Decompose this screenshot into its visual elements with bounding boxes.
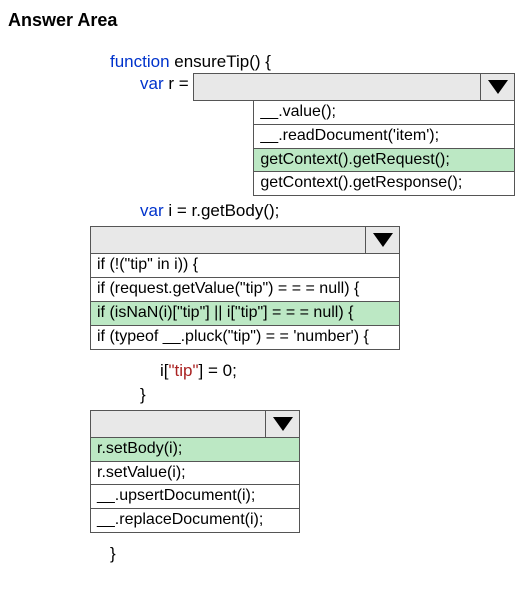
dropdown-1-option[interactable]: getContext().getRequest(); xyxy=(254,149,514,173)
dropdown-2-option[interactable]: if (typeof __.pluck("tip") = = 'number')… xyxy=(91,326,399,349)
var-i-line: var i = r.getBody(); xyxy=(110,200,522,222)
chevron-down-icon[interactable] xyxy=(365,227,399,253)
tip-key: "tip" xyxy=(169,361,199,380)
dropdown-1-option[interactable]: getContext().getResponse(); xyxy=(254,172,514,195)
tip-assign-line: i["tip"] = 0; xyxy=(110,360,522,382)
dropdown-3-option[interactable]: r.setBody(i); xyxy=(91,438,299,462)
code-block: function ensureTip() { var r = __.value(… xyxy=(0,31,522,565)
chevron-down-icon[interactable] xyxy=(265,411,299,437)
dropdown-3-option[interactable]: __.upsertDocument(i); xyxy=(91,485,299,509)
keyword-var: var xyxy=(140,74,164,93)
dropdown-3-option[interactable]: __.replaceDocument(i); xyxy=(91,509,299,532)
dropdown-2-options: if (!("tip" in i)) { if (request.getValu… xyxy=(90,254,400,349)
dropdown-2-option[interactable]: if (request.getValue("tip") = = = null) … xyxy=(91,278,399,302)
dropdown-1-options: __.value(); __.readDocument('item'); get… xyxy=(253,101,515,196)
i-decl: i = r.getBody(); xyxy=(164,201,280,220)
inner-brace: } xyxy=(110,384,522,406)
function-name: ensureTip() { xyxy=(170,52,271,71)
outer-brace: } xyxy=(110,543,522,565)
dropdown-2-option[interactable]: if (isNaN(i)["tip"] || i["tip"] = = = nu… xyxy=(91,302,399,326)
dropdown-1-option[interactable]: __.value(); xyxy=(254,101,514,125)
keyword-var: var xyxy=(140,201,164,220)
dropdown-1[interactable] xyxy=(193,73,515,101)
function-decl: function ensureTip() { xyxy=(110,51,522,73)
dropdown-3-options: r.setBody(i); r.setValue(i); __.upsertDo… xyxy=(90,438,300,533)
dropdown-1-option[interactable]: __.readDocument('item'); xyxy=(254,125,514,149)
tip-post: ] = 0; xyxy=(199,361,237,380)
dropdown-2-block: if (!("tip" in i)) { if (request.getValu… xyxy=(90,226,400,349)
dropdown-1-block: __.value(); __.readDocument('item'); get… xyxy=(193,73,515,196)
page-title: Answer Area xyxy=(0,0,522,31)
tip-pre: i[ xyxy=(160,361,169,380)
dropdown-2-option[interactable]: if (!("tip" in i)) { xyxy=(91,254,399,278)
var-r-line: var r = __.value(); __.readDocument('ite… xyxy=(110,73,522,196)
dropdown-2[interactable] xyxy=(90,226,400,254)
chevron-down-icon[interactable] xyxy=(480,74,514,100)
r-equals: r = xyxy=(164,74,194,93)
keyword-function: function xyxy=(110,52,170,71)
dropdown-3-option[interactable]: r.setValue(i); xyxy=(91,462,299,486)
dropdown-3[interactable] xyxy=(90,410,300,438)
dropdown-3-block: r.setBody(i); r.setValue(i); __.upsertDo… xyxy=(90,410,300,533)
